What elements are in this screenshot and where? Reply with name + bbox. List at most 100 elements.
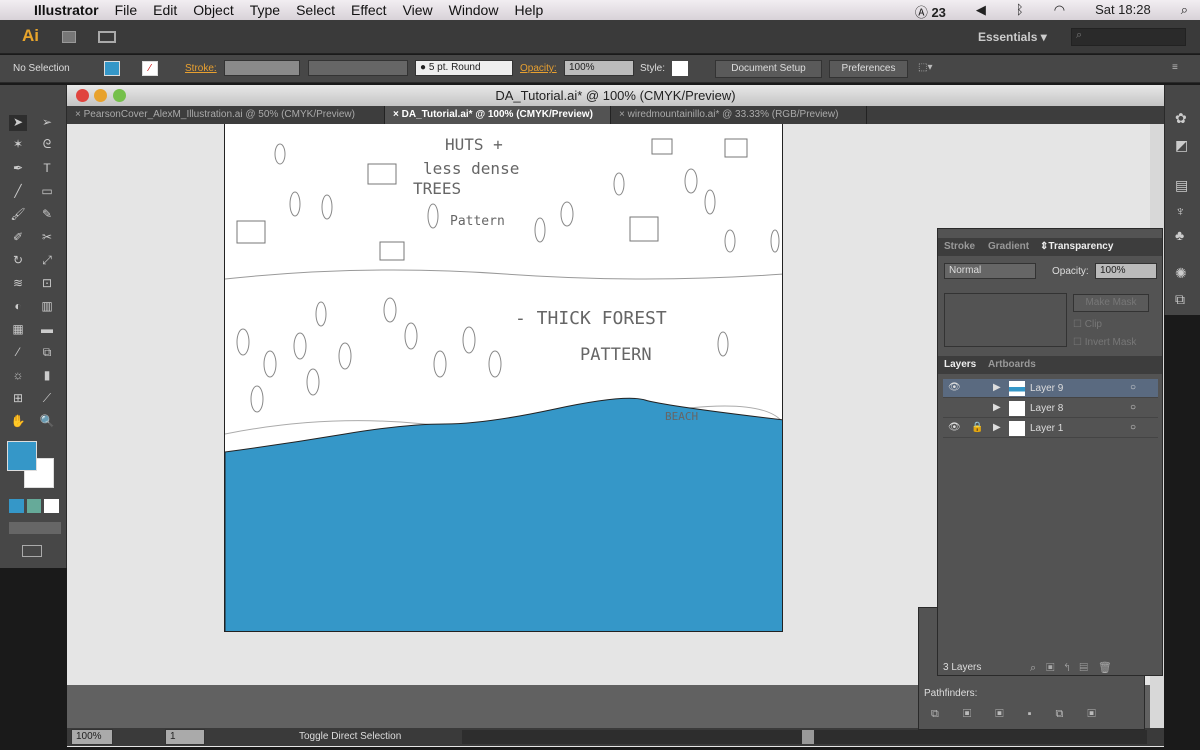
tab-gradient[interactable]: Gradient: [988, 241, 1029, 252]
wifi-icon[interactable]: ◠: [1054, 2, 1065, 21]
style-swatch[interactable]: [672, 61, 688, 76]
tab-artboards[interactable]: Artboards: [988, 359, 1036, 370]
line-tool[interactable]: ╱: [9, 184, 27, 200]
stroke-label[interactable]: Stroke:: [185, 63, 217, 74]
workspace-switcher[interactable]: Essentials ▾: [978, 30, 1047, 44]
lock-icon[interactable]: 🔒: [971, 422, 983, 433]
type-tool[interactable]: T: [38, 161, 56, 177]
layer-row[interactable]: 👁 🔒 ▶ Layer 1 ○: [943, 419, 1158, 438]
appearance-icon[interactable]: ✺: [1175, 265, 1187, 282]
layer-name[interactable]: Layer 1: [1030, 423, 1063, 434]
scroll-thumb[interactable]: [802, 730, 814, 744]
spotlight-icon[interactable]: ⌕: [1181, 2, 1188, 21]
free-transform-tool[interactable]: ⊡: [38, 276, 56, 292]
symbols-icon[interactable]: ♆: [1175, 203, 1186, 219]
panel-menu-icon[interactable]: ≡: [1172, 62, 1178, 73]
layers-footer-icons[interactable]: ⌕▣↰▤🗑: [1030, 661, 1122, 675]
pathfinder-buttons[interactable]: ⧉▣▣▪⧉▣: [931, 708, 1120, 721]
slice-tool[interactable]: ⟋: [38, 391, 56, 407]
menu-view[interactable]: View: [403, 2, 433, 18]
magic-wand-tool[interactable]: ✶: [9, 137, 27, 153]
visibility-eye-icon[interactable]: 👁: [948, 422, 961, 433]
bluetooth-icon[interactable]: ᛒ: [1016, 2, 1024, 21]
layer-name[interactable]: Layer 9: [1030, 383, 1063, 394]
clock[interactable]: Sat 18:28: [1095, 2, 1151, 21]
variable-width-profile[interactable]: [308, 60, 408, 76]
menu-select[interactable]: Select: [296, 2, 335, 18]
color-guide-icon[interactable]: ✿: [1175, 110, 1187, 127]
menu-window[interactable]: Window: [449, 2, 499, 18]
brushes-icon[interactable]: ▤: [1175, 177, 1188, 194]
swatches-icon[interactable]: ◩: [1175, 137, 1188, 154]
menu-help[interactable]: Help: [514, 2, 543, 18]
preferences-button[interactable]: Preferences: [829, 60, 908, 78]
brush-definition[interactable]: ● 5 pt. Round: [415, 60, 513, 76]
horizontal-scrollbar[interactable]: [462, 730, 1147, 744]
menu-edit[interactable]: Edit: [153, 2, 177, 18]
tab-wired-mountain[interactable]: × wiredmountainillo.ai* @ 33.33% (RGB/Pr…: [611, 106, 867, 124]
layer-row[interactable]: 👁 ▶ Layer 9 ○: [943, 379, 1158, 398]
tab-transparency[interactable]: ⇕Transparency: [1040, 241, 1113, 252]
menu-app[interactable]: Illustrator: [34, 2, 99, 18]
target-icon[interactable]: ○: [1130, 422, 1136, 433]
rotate-tool[interactable]: ↻: [9, 253, 27, 269]
width-tool[interactable]: ≋: [9, 276, 27, 292]
tab-layers[interactable]: Layers: [944, 359, 976, 370]
search-input[interactable]: ⌕: [1071, 28, 1186, 46]
expand-arrow-icon[interactable]: ▶: [993, 382, 1001, 393]
color-mode-buttons[interactable]: [9, 499, 59, 513]
tab-pearson-cover[interactable]: × PearsonCover_AlexM_Illustration.ai @ 5…: [67, 106, 385, 124]
blend-tool[interactable]: ⧉: [38, 345, 56, 361]
paintbrush-tool[interactable]: 🖌: [9, 207, 27, 223]
eyedropper-tool[interactable]: ⁄: [9, 345, 27, 361]
mesh-tool[interactable]: ▦: [9, 322, 27, 338]
pen-tool[interactable]: ✒: [9, 161, 27, 177]
artboard[interactable]: HUTS + less dense TREES Pattern - THICK …: [224, 124, 783, 632]
menu-effect[interactable]: Effect: [351, 2, 387, 18]
direct-selection-tool[interactable]: ➢: [38, 115, 56, 131]
layer-row[interactable]: ▶ Layer 8 ○: [943, 399, 1158, 418]
rectangle-tool[interactable]: ▭: [38, 184, 56, 200]
expand-arrow-icon[interactable]: ▶: [993, 402, 1001, 413]
visibility-eye-icon[interactable]: 👁: [948, 382, 961, 393]
artboard-number-field[interactable]: 1: [165, 729, 205, 745]
pencil-tool[interactable]: ✎: [38, 207, 56, 223]
stroke-weight[interactable]: [224, 60, 300, 76]
menu-object[interactable]: Object: [193, 2, 233, 18]
close-window-button[interactable]: [76, 89, 89, 102]
tab-da-tutorial[interactable]: × DA_Tutorial.ai* @ 100% (CMYK/Preview): [385, 106, 611, 124]
zoom-level-field[interactable]: 100%: [71, 729, 113, 745]
symbol-sprayer-tool[interactable]: ☼: [9, 368, 27, 384]
transform-icon[interactable]: ⧉: [1175, 291, 1185, 308]
scale-tool[interactable]: ⤢: [38, 253, 56, 269]
lasso-tool[interactable]: ᘓ: [38, 137, 56, 153]
scissors-tool[interactable]: ✂: [38, 230, 56, 246]
tab-stroke[interactable]: Stroke: [944, 241, 975, 252]
expand-arrow-icon[interactable]: ▶: [993, 422, 1001, 433]
zoom-window-button[interactable]: [113, 89, 126, 102]
artboard-tool[interactable]: ⊞: [9, 391, 27, 407]
menu-type[interactable]: Type: [250, 2, 280, 18]
invert-mask-checkbox[interactable]: ☐ Invert Mask: [1073, 337, 1136, 348]
blend-mode-select[interactable]: Normal: [944, 263, 1036, 279]
draw-mode-buttons[interactable]: [9, 522, 61, 534]
make-mask-button[interactable]: Make Mask: [1073, 294, 1149, 312]
document-setup-button[interactable]: Document Setup: [715, 60, 822, 78]
selection-tool[interactable]: ➤: [9, 115, 27, 131]
fill-swatch[interactable]: [104, 61, 120, 76]
volume-icon[interactable]: ◀: [976, 2, 986, 21]
column-graph-tool[interactable]: ▮: [38, 368, 56, 384]
target-icon[interactable]: ○: [1130, 382, 1136, 393]
stroke-swatch[interactable]: ⁄: [142, 61, 158, 76]
arrange-documents-icon[interactable]: [98, 31, 116, 43]
layer-name[interactable]: Layer 8: [1030, 403, 1063, 414]
bridge-icon[interactable]: [62, 31, 76, 43]
isolate-icon[interactable]: ⬚▾: [918, 62, 932, 73]
screen-mode-button[interactable]: [22, 545, 42, 557]
panel-opacity-field[interactable]: 100%: [1095, 263, 1157, 279]
blob-brush-tool[interactable]: ✐: [9, 230, 27, 246]
opacity-field[interactable]: 100%: [564, 60, 634, 76]
graph-tool[interactable]: ▥: [38, 299, 56, 315]
shape-builder-tool[interactable]: ◐: [9, 299, 27, 315]
adobe-icon[interactable]: Ⓐ 23: [915, 2, 946, 21]
